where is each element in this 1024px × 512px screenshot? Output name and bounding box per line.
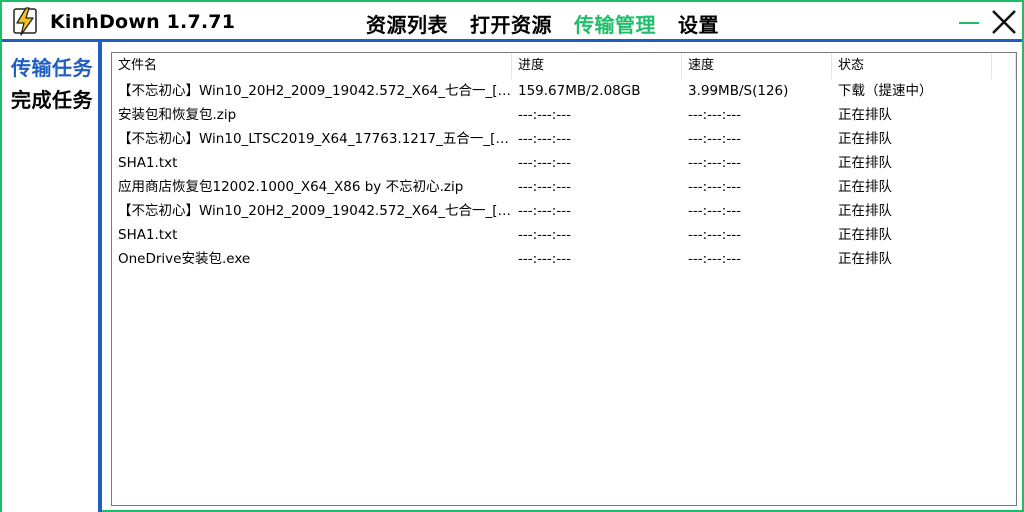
progress-cell: ---:---:--- bbox=[518, 227, 571, 243]
sidebar-item-transfer-tasks[interactable]: 传输任务 bbox=[11, 52, 93, 81]
speed-cell: ---:---:--- bbox=[688, 107, 741, 123]
status-cell: 正在排队 bbox=[838, 179, 892, 195]
minimize-icon[interactable] bbox=[954, 6, 986, 38]
file-name-cell: 【不忘初心】Win10_20H2_2009_19042.572_X64_七合一_… bbox=[118, 83, 512, 99]
table-row[interactable]: SHA1.txt ---:---:--- ---:---:--- 正在排队 bbox=[112, 223, 1016, 247]
speed-cell: ---:---:--- bbox=[688, 227, 741, 243]
table-header: 文件名 进度 速度 状态 bbox=[112, 53, 1016, 79]
speed-cell: ---:---:--- bbox=[688, 251, 741, 267]
file-name-cell: 应用商店恢复包12002.1000_X64_X86 by 不忘初心.zip bbox=[118, 179, 464, 195]
nav-transfer-management[interactable]: 传输管理 bbox=[574, 9, 656, 37]
nav-open-resource[interactable]: 打开资源 bbox=[470, 9, 552, 37]
sidebar-item-completed-tasks[interactable]: 完成任务 bbox=[11, 84, 93, 113]
table-row[interactable]: OneDrive安装包.exe ---:---:--- ---:---:--- 正在排… bbox=[112, 247, 1016, 271]
status-cell: 正在排队 bbox=[838, 131, 892, 147]
progress-cell: 159.67MB/2.08GB bbox=[518, 83, 641, 99]
table-body: 【不忘初心】Win10_20H2_2009_19042.572_X64_七合一_… bbox=[112, 79, 1016, 271]
speed-cell: ---:---:--- bbox=[688, 155, 741, 171]
column-header-extra bbox=[992, 53, 1016, 79]
status-cell: 正在排队 bbox=[838, 227, 892, 243]
file-name-cell: SHA1.txt bbox=[118, 155, 178, 171]
status-cell: 下载（提速中） bbox=[838, 83, 933, 99]
table-row[interactable]: SHA1.txt ---:---:--- ---:---:--- 正在排队 bbox=[112, 151, 1016, 175]
table-row[interactable]: 【不忘初心】Win10_20H2_2009_19042.572_X64_七合一_… bbox=[112, 79, 1016, 103]
app-window: KinhDown 1.7.71 资源列表 打开资源 传输管理 设置 传输任务 完… bbox=[0, 0, 1024, 512]
table-row[interactable]: 【不忘初心】Win10_LTSC2019_X64_17763.1217_五合一_… bbox=[112, 127, 1016, 151]
file-name-cell: 【不忘初心】Win10_20H2_2009_19042.572_X64_七合一_… bbox=[118, 203, 512, 219]
nav-resource-list[interactable]: 资源列表 bbox=[366, 9, 448, 37]
file-name-cell: 【不忘初心】Win10_LTSC2019_X64_17763.1217_五合一_… bbox=[118, 131, 512, 147]
title-bar: KinhDown 1.7.71 资源列表 打开资源 传输管理 设置 bbox=[2, 2, 1022, 42]
column-header-filename[interactable]: 文件名 bbox=[112, 53, 512, 79]
transfer-table: 文件名 进度 速度 状态 【不忘初心】Win10_20H2_2009_19042… bbox=[111, 52, 1017, 506]
app-title: KinhDown 1.7.71 bbox=[50, 11, 236, 33]
speed-cell: 3.99MB/S(126) bbox=[688, 83, 789, 99]
file-name-cell: SHA1.txt bbox=[118, 227, 178, 243]
progress-cell: ---:---:--- bbox=[518, 107, 571, 123]
table-row[interactable]: 【不忘初心】Win10_20H2_2009_19042.572_X64_七合一_… bbox=[112, 199, 1016, 223]
nav-settings[interactable]: 设置 bbox=[678, 9, 719, 37]
progress-cell: ---:---:--- bbox=[518, 203, 571, 219]
sidebar: 传输任务 完成任务 bbox=[2, 42, 102, 512]
speed-cell: ---:---:--- bbox=[688, 179, 741, 195]
speed-cell: ---:---:--- bbox=[688, 203, 741, 219]
status-cell: 正在排队 bbox=[838, 107, 892, 123]
column-header-progress[interactable]: 进度 bbox=[512, 53, 682, 79]
progress-cell: ---:---:--- bbox=[518, 179, 571, 195]
progress-cell: ---:---:--- bbox=[518, 131, 571, 147]
file-name-cell: 安装包和恢复包.zip bbox=[118, 107, 237, 123]
lightning-logo-icon bbox=[8, 5, 42, 37]
column-header-status[interactable]: 状态 bbox=[832, 53, 992, 79]
close-icon[interactable] bbox=[988, 6, 1020, 38]
table-row[interactable]: 应用商店恢复包12002.1000_X64_X86 by 不忘初心.zip ---… bbox=[112, 175, 1016, 199]
status-cell: 正在排队 bbox=[838, 251, 892, 267]
progress-cell: ---:---:--- bbox=[518, 155, 571, 171]
table-row[interactable]: 安装包和恢复包.zip ---:---:--- ---:---:--- 正在排队 bbox=[112, 103, 1016, 127]
speed-cell: ---:---:--- bbox=[688, 131, 741, 147]
column-header-speed[interactable]: 速度 bbox=[682, 53, 832, 79]
status-cell: 正在排队 bbox=[838, 155, 892, 171]
progress-cell: ---:---:--- bbox=[518, 251, 571, 267]
status-cell: 正在排队 bbox=[838, 203, 892, 219]
file-name-cell: OneDrive安装包.exe bbox=[118, 251, 251, 267]
